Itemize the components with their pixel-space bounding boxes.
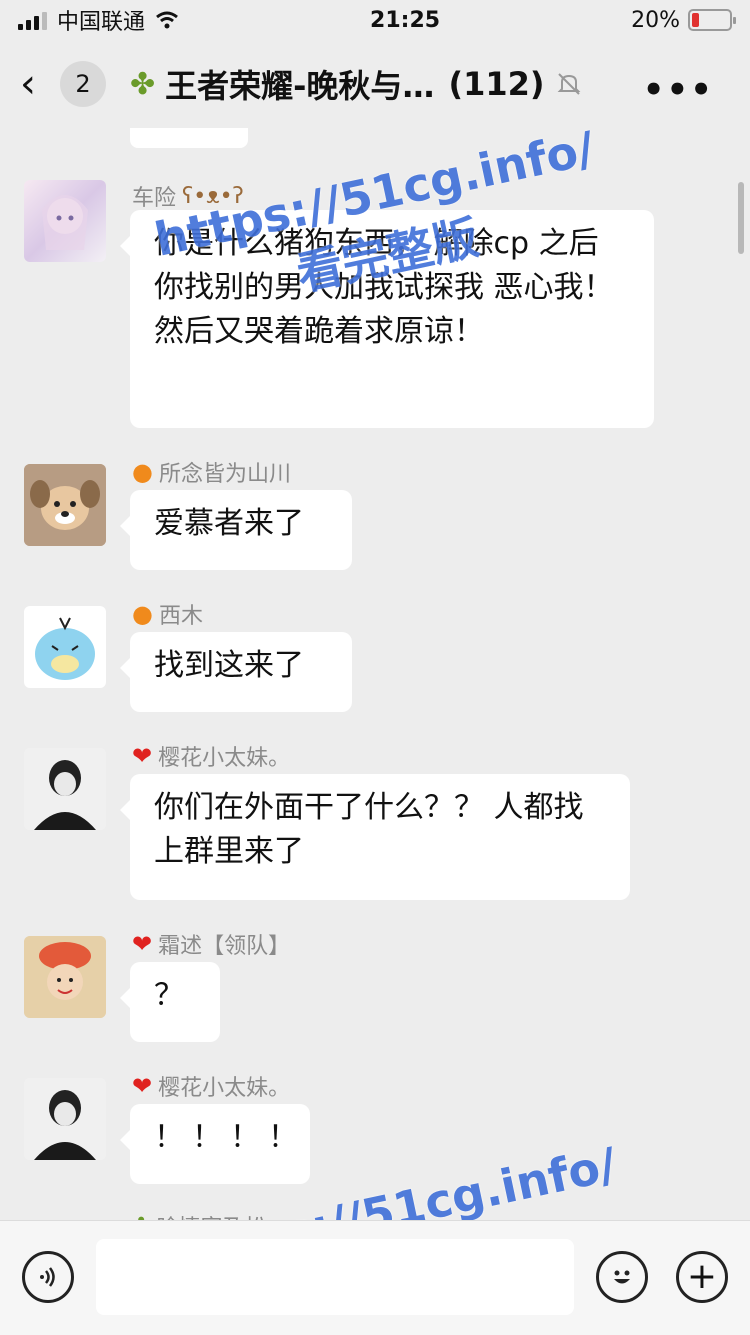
scrollbar[interactable]	[738, 182, 744, 254]
chat-nav-bar: ‹ 2 ✤ 王者荣耀-晚秋与… (112) •••	[0, 40, 750, 128]
clock: 21:25	[370, 7, 441, 33]
message-bubble[interactable]: ？	[120, 962, 220, 1042]
avatar[interactable]	[24, 180, 106, 262]
unread-count-badge[interactable]: 2	[60, 61, 106, 107]
mute-bell-icon	[558, 73, 581, 95]
sender-name: ❤ 樱花小太妹。	[132, 740, 290, 772]
sender-label: 西木	[158, 604, 203, 629]
message-bubble[interactable]: 你们在外面干了什么？？ 人都找上群里来了	[120, 774, 630, 900]
battery-fill	[691, 13, 700, 27]
avatar[interactable]	[24, 748, 106, 830]
chat-title-text: 王者荣耀-晚秋与…	[165, 67, 435, 105]
message-text: ！！！！	[154, 1120, 306, 1155]
voice-wave-icon	[40, 1267, 55, 1287]
status-left: 中国联通	[18, 4, 179, 36]
wifi-icon	[156, 11, 178, 29]
sender-label: 樱花小太妹。	[158, 1076, 291, 1101]
emoji-icon[interactable]	[596, 1251, 648, 1303]
duck-avatar-icon	[35, 617, 95, 680]
chat-message-list[interactable]: 车险 ʕ•ᴥ•ʔ 你是什么猪狗东西， 解除cp 之后 你找别的男人加我试探我 恶…	[0, 128, 750, 1220]
input-bar: +	[0, 1220, 750, 1335]
message-text: 找到这来了	[154, 648, 304, 683]
sender-name: ❤ 霜述【领队】	[132, 928, 290, 960]
battery-icon	[687, 9, 736, 31]
message-input[interactable]	[96, 1239, 574, 1315]
sender-label: 所念皆为山川	[158, 462, 291, 487]
status-right: 20%	[631, 7, 736, 33]
orange-icon: ●	[132, 600, 153, 628]
message-text: 爱慕者来了	[154, 506, 304, 541]
voice-icon[interactable]	[22, 1251, 74, 1303]
avatar[interactable]	[24, 464, 106, 546]
sender-name: ❤ 樱花小太妹。	[132, 1070, 290, 1102]
dog-avatar-icon	[24, 464, 106, 546]
message-text: ？	[154, 978, 184, 1013]
heart-icon: ❤	[132, 742, 153, 770]
avatar[interactable]	[24, 606, 106, 688]
more-dots-icon[interactable]: •••	[643, 70, 714, 110]
dragonfly-icon: ✤	[130, 66, 156, 102]
chat-title[interactable]: ✤ 王者荣耀-晚秋与…	[130, 61, 434, 107]
message-bubble[interactable]: 找到这来了	[120, 632, 352, 712]
status-bar: 中国联通 21:25 20%	[0, 0, 750, 40]
sender-name: ● 所念皆为山川	[132, 456, 291, 488]
message-bubble[interactable]: 爱慕者来了	[120, 490, 352, 570]
sender-label: 车险	[132, 186, 177, 211]
avatar[interactable]	[24, 936, 106, 1018]
message-bubble[interactable]: ！！！！	[120, 1104, 310, 1184]
signal-icon	[18, 10, 47, 30]
child-avatar-icon	[24, 936, 106, 1018]
plus-icon[interactable]: +	[676, 1251, 728, 1303]
anime-avatar-icon	[42, 195, 88, 250]
heart-icon: ❤	[132, 1072, 153, 1100]
girl-avatar-icon	[24, 1078, 106, 1160]
sender-name: ● 西木	[132, 598, 203, 630]
member-count: (112)	[448, 65, 545, 103]
previous-message-bubble	[130, 128, 248, 148]
orange-icon: ●	[132, 458, 153, 486]
heart-icon: ❤	[132, 930, 153, 958]
girl-avatar-icon	[24, 748, 106, 830]
sender-label: 霜述【领队】	[158, 934, 291, 959]
sender-label: 樱花小太妹。	[158, 746, 291, 771]
message-text: 你们在外面干了什么？？ 人都找上群里来了	[154, 790, 584, 869]
carrier-label: 中国联通	[57, 10, 146, 35]
battery-percent: 20%	[631, 7, 680, 33]
chevron-left-icon[interactable]: ‹	[20, 61, 56, 107]
avatar[interactable]	[24, 1078, 106, 1160]
smile-face-icon	[614, 1270, 630, 1284]
